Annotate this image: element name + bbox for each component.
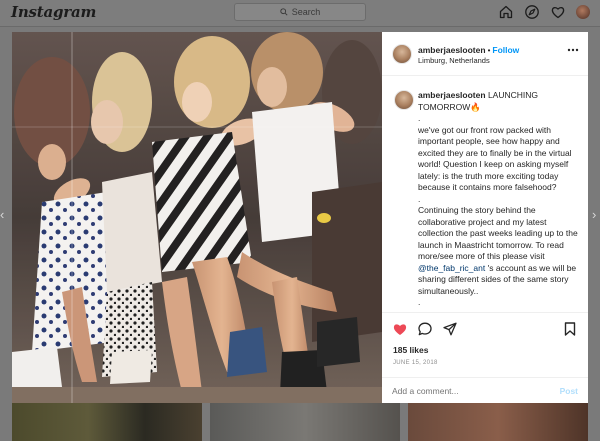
instagram-logo[interactable]: Instagram xyxy=(11,3,96,21)
activity-icon[interactable] xyxy=(550,4,566,20)
action-icons xyxy=(392,321,458,337)
home-icon[interactable] xyxy=(498,4,514,20)
comment-input[interactable] xyxy=(392,386,542,396)
author-avatar[interactable] xyxy=(392,44,412,64)
post-image[interactable] xyxy=(12,32,382,403)
post-modal: amberjaeslooten • Follow Limburg, Netherla… xyxy=(12,32,588,403)
likes-count[interactable]: 185 likes xyxy=(393,345,428,355)
post-location[interactable]: Limburg, Netherlands xyxy=(418,56,490,65)
nav-icons xyxy=(498,4,590,20)
post-details-panel: amberjaeslooten • Follow Limburg, Netherla… xyxy=(382,32,588,403)
next-post-arrow[interactable]: › xyxy=(592,208,600,222)
feed-tile[interactable] xyxy=(12,403,202,441)
search-icon xyxy=(280,8,288,16)
feed-tile[interactable] xyxy=(210,403,400,441)
post-header: amberjaeslooten • Follow Limburg, Netherla… xyxy=(382,32,588,76)
comment-icon[interactable] xyxy=(417,321,433,337)
post-date[interactable]: JUNE 15, 2018 xyxy=(393,360,438,366)
share-icon[interactable] xyxy=(442,321,458,337)
background-feed xyxy=(0,403,600,441)
follow-button[interactable]: Follow xyxy=(492,45,519,55)
caption-author-avatar[interactable] xyxy=(394,90,414,110)
search-box[interactable]: Search xyxy=(234,3,366,21)
post-actions: 185 likes JUNE 15, 2018 Post xyxy=(382,312,588,403)
caption-paragraph-1: we've got our front row packed with impo… xyxy=(418,124,572,193)
post-photo-collage xyxy=(12,32,382,403)
more-options-icon[interactable] xyxy=(566,46,580,54)
feed-tile[interactable] xyxy=(408,403,588,441)
caption-dot: . xyxy=(418,193,421,204)
explore-icon[interactable] xyxy=(524,4,540,20)
previous-post-arrow[interactable]: ‹ xyxy=(0,208,8,222)
author-username[interactable]: amberjaeslooten xyxy=(418,45,486,55)
like-heart-icon[interactable] xyxy=(392,321,408,337)
post-comment-button[interactable]: Post xyxy=(560,386,578,396)
bookmark-icon[interactable] xyxy=(562,321,578,337)
profile-avatar[interactable] xyxy=(576,5,590,19)
top-navigation-bar: Instagram Search xyxy=(0,0,600,27)
caption-username[interactable]: amberjaeslooten xyxy=(418,90,486,100)
search-placeholder: Search xyxy=(291,7,321,17)
caption-paragraph-2: Continuing the story behind the collabor… xyxy=(418,205,578,261)
caption-dot: . xyxy=(418,113,421,123)
author-name-row: amberjaeslooten • Follow xyxy=(418,45,519,55)
post-caption: amberjaeslooten LAUNCHING TOMORROW🔥 . we… xyxy=(382,76,588,312)
separator-dot: • xyxy=(487,46,491,55)
comment-form: Post xyxy=(382,377,588,403)
caption-dot: . xyxy=(418,297,421,307)
caption-text: amberjaeslooten LAUNCHING TOMORROW🔥 . we… xyxy=(418,90,580,309)
caption-mention-link[interactable]: @the_fab_ric_ant xyxy=(418,263,485,273)
